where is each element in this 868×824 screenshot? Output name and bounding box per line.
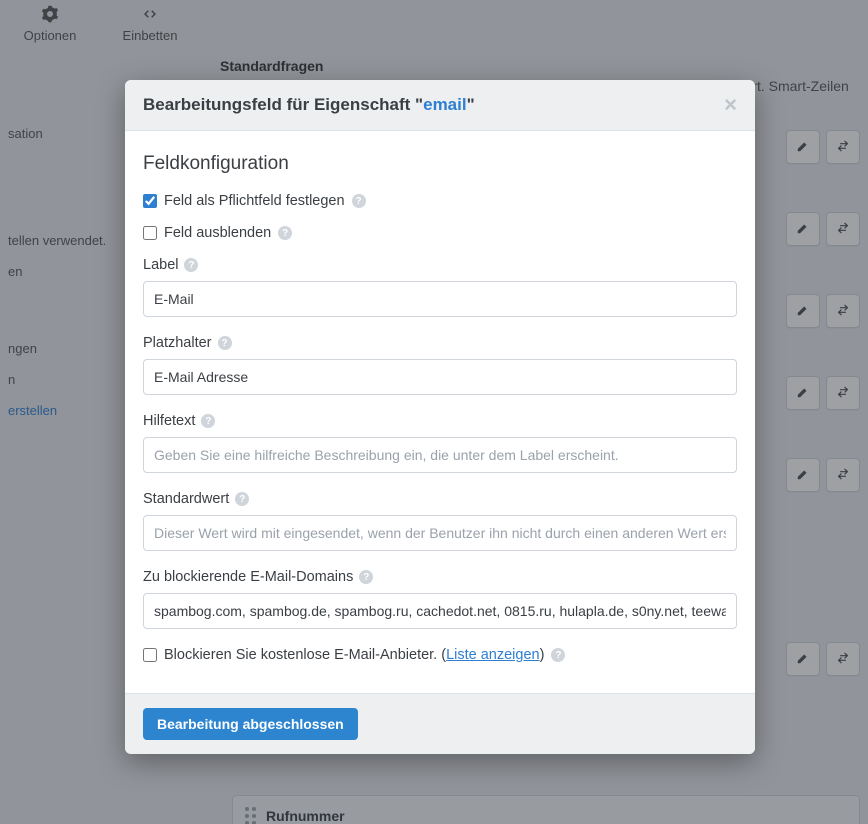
block-free-email-checkbox[interactable]	[143, 648, 157, 662]
help-icon[interactable]: ?	[551, 648, 565, 662]
label-text: Hilfetext	[143, 413, 195, 429]
default-field-label: Standardwert ?	[143, 491, 737, 507]
hide-field-checkbox[interactable]	[143, 226, 157, 240]
label-field-label: Label ?	[143, 257, 737, 273]
label-text: Blockieren Sie kostenlose E-Mail-Anbiete…	[164, 647, 446, 663]
help-icon[interactable]: ?	[201, 414, 215, 428]
help-icon[interactable]: ?	[278, 226, 292, 240]
modal-title-suffix: "	[467, 95, 475, 114]
done-editing-button[interactable]: Bearbeitung abgeschlossen	[143, 708, 358, 740]
edit-field-modal: Bearbeitungsfeld für Eigenschaft "email"…	[125, 80, 755, 754]
modal-title-prefix: Bearbeitungsfeld für Eigenschaft "	[143, 95, 423, 114]
blocked-domains-input[interactable]	[143, 593, 737, 629]
close-icon[interactable]: ×	[724, 94, 737, 116]
modal-subtitle: Feldkonfiguration	[143, 153, 737, 175]
required-label: Feld als Pflichtfeld festlegen	[164, 193, 345, 209]
help-icon[interactable]: ?	[359, 570, 373, 584]
label-input[interactable]	[143, 281, 737, 317]
placeholder-input[interactable]	[143, 359, 737, 395]
blocked-domains-label: Zu blockierende E-Mail-Domains ?	[143, 569, 737, 585]
show-list-link[interactable]: Liste anzeigen	[446, 647, 540, 663]
help-icon[interactable]: ?	[352, 194, 366, 208]
help-icon[interactable]: ?	[218, 336, 232, 350]
label-text: Zu blockierende E-Mail-Domains	[143, 569, 353, 585]
hide-field-label: Feld ausblenden	[164, 225, 271, 241]
modal-title: Bearbeitungsfeld für Eigenschaft "email"	[143, 95, 475, 115]
help-icon[interactable]: ?	[235, 492, 249, 506]
help-icon[interactable]: ?	[184, 258, 198, 272]
label-text: Label	[143, 257, 178, 273]
modal-title-property-link[interactable]: email	[423, 95, 466, 114]
placeholder-field-label: Platzhalter ?	[143, 335, 737, 351]
required-checkbox[interactable]	[143, 194, 157, 208]
block-free-email-label: Blockieren Sie kostenlose E-Mail-Anbiete…	[164, 647, 544, 663]
helptext-field-label: Hilfetext ?	[143, 413, 737, 429]
helptext-input[interactable]	[143, 437, 737, 473]
label-text: Standardwert	[143, 491, 229, 507]
label-text: )	[540, 647, 545, 663]
label-text: Platzhalter	[143, 335, 212, 351]
default-input[interactable]	[143, 515, 737, 551]
